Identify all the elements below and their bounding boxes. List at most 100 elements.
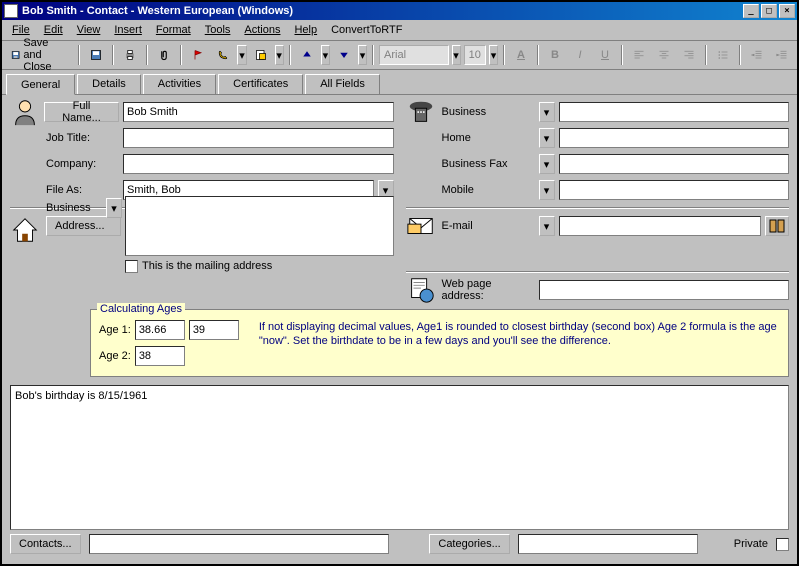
font-select[interactable]: Arial bbox=[379, 45, 448, 65]
fullname-button[interactable]: Full Name... bbox=[44, 102, 119, 122]
save-button[interactable] bbox=[85, 44, 107, 66]
phone-home-input[interactable] bbox=[559, 128, 790, 148]
phone-business-input[interactable] bbox=[559, 102, 790, 122]
underline-button[interactable]: U bbox=[594, 44, 616, 66]
save-icon bbox=[11, 47, 20, 63]
jobtitle-input[interactable] bbox=[123, 128, 394, 148]
new-letter-dropdown[interactable]: ▾ bbox=[275, 45, 284, 65]
ages-help-text: If not displaying decimal values, Age1 i… bbox=[259, 320, 780, 349]
menu-format[interactable]: Format bbox=[150, 22, 197, 38]
age2-label: Age 2: bbox=[99, 350, 131, 362]
align-center-button[interactable] bbox=[653, 44, 675, 66]
menu-actions[interactable]: Actions bbox=[238, 22, 286, 38]
webpage-label: Web page address: bbox=[440, 278, 535, 302]
address-textarea[interactable] bbox=[125, 196, 394, 256]
align-left-icon bbox=[633, 47, 645, 63]
prev-dropdown[interactable]: ▾ bbox=[321, 45, 330, 65]
age1-label: Age 1: bbox=[99, 324, 131, 336]
align-right-button[interactable] bbox=[678, 44, 700, 66]
autodial-dropdown[interactable]: ▾ bbox=[237, 45, 246, 65]
align-center-icon bbox=[658, 47, 670, 63]
menu-view[interactable]: View bbox=[71, 22, 107, 38]
address-type-label: Business bbox=[46, 202, 102, 214]
address-button[interactable]: Address... bbox=[46, 216, 121, 236]
align-right-icon bbox=[683, 47, 695, 63]
menu-converttortf[interactable]: ConvertToRTF bbox=[325, 22, 408, 38]
menu-insert[interactable]: Insert bbox=[108, 22, 148, 38]
phone-mobile-dropdown[interactable]: ▾ bbox=[539, 180, 555, 200]
outdent-button[interactable] bbox=[746, 44, 768, 66]
close-button[interactable]: × bbox=[779, 4, 795, 18]
minimize-button[interactable]: _ bbox=[743, 4, 759, 18]
footer: Contacts... Categories... Private bbox=[10, 530, 789, 558]
autodial-button[interactable] bbox=[212, 44, 234, 66]
menu-help[interactable]: Help bbox=[288, 22, 323, 38]
flag-icon bbox=[192, 47, 204, 63]
print-button[interactable] bbox=[119, 44, 141, 66]
age1-a-input[interactable] bbox=[135, 320, 185, 340]
email-dropdown[interactable]: ▾ bbox=[539, 216, 555, 236]
tab-details[interactable]: Details bbox=[77, 74, 141, 94]
italic-button[interactable]: I bbox=[569, 44, 591, 66]
globe-icon bbox=[406, 275, 436, 305]
size-select[interactable]: 10 bbox=[464, 45, 486, 65]
maximize-button[interactable]: □ bbox=[761, 4, 777, 18]
fullname-input[interactable] bbox=[123, 102, 394, 122]
next-dropdown[interactable]: ▾ bbox=[358, 45, 367, 65]
email-label: E-mail bbox=[440, 220, 535, 232]
font-color-button[interactable]: A bbox=[510, 44, 532, 66]
bullets-button[interactable] bbox=[712, 44, 734, 66]
toolbar: Save and Close ▾ ▾ ▾ ▾ Arial ▾ 10 ▾ A B … bbox=[2, 41, 797, 70]
paperclip-icon bbox=[158, 47, 170, 63]
arrow-up-icon bbox=[301, 47, 313, 63]
address-book-button[interactable] bbox=[765, 216, 789, 236]
contacts-input[interactable] bbox=[89, 534, 389, 554]
content-area: Full Name... Job Title: Company: File As… bbox=[2, 95, 797, 564]
titlebar: Bob Smith - Contact - Western European (… bbox=[2, 2, 797, 20]
email-input[interactable] bbox=[559, 216, 762, 236]
telephone-icon bbox=[406, 97, 436, 127]
phone-bfax-input[interactable] bbox=[559, 154, 790, 174]
indent-icon bbox=[776, 47, 788, 63]
phone-business-dropdown[interactable]: ▾ bbox=[539, 102, 555, 122]
company-input[interactable] bbox=[123, 154, 394, 174]
menu-tools[interactable]: Tools bbox=[199, 22, 237, 38]
tab-certificates[interactable]: Certificates bbox=[218, 74, 303, 94]
flag-button[interactable] bbox=[187, 44, 209, 66]
size-dropdown[interactable]: ▾ bbox=[489, 45, 498, 65]
phone-bfax-dropdown[interactable]: ▾ bbox=[539, 154, 555, 174]
ages-legend: Calculating Ages bbox=[97, 303, 185, 315]
menu-edit[interactable]: Edit bbox=[38, 22, 69, 38]
address-type-dropdown[interactable]: ▾ bbox=[106, 198, 122, 218]
font-dropdown[interactable]: ▾ bbox=[452, 45, 461, 65]
categories-button[interactable]: Categories... bbox=[429, 534, 509, 554]
private-checkbox[interactable] bbox=[776, 538, 789, 551]
next-button[interactable] bbox=[333, 44, 355, 66]
tab-activities[interactable]: Activities bbox=[143, 74, 216, 94]
size-label: 10 bbox=[469, 49, 481, 61]
contacts-button[interactable]: Contacts... bbox=[10, 534, 81, 554]
outdent-icon bbox=[751, 47, 763, 63]
new-letter-button[interactable] bbox=[250, 44, 272, 66]
arrow-down-icon bbox=[338, 47, 350, 63]
age1-b-input[interactable] bbox=[189, 320, 239, 340]
notes-text: Bob's birthday is 8/15/1961 bbox=[15, 390, 147, 402]
webpage-input[interactable] bbox=[539, 280, 790, 300]
notes-textarea[interactable]: Bob's birthday is 8/15/1961 bbox=[10, 385, 789, 530]
save-close-button[interactable]: Save and Close bbox=[6, 44, 73, 66]
prev-button[interactable] bbox=[296, 44, 318, 66]
phone-mobile-input[interactable] bbox=[559, 180, 790, 200]
menu-file[interactable]: File bbox=[6, 22, 36, 38]
phone-home-label: Home bbox=[440, 132, 535, 144]
bold-button[interactable]: B bbox=[544, 44, 566, 66]
attach-button[interactable] bbox=[153, 44, 175, 66]
age2-input[interactable] bbox=[135, 346, 185, 366]
jobtitle-label: Job Title: bbox=[44, 132, 119, 144]
phone-home-dropdown[interactable]: ▾ bbox=[539, 128, 555, 148]
mailing-checkbox[interactable] bbox=[125, 260, 138, 273]
categories-input[interactable] bbox=[518, 534, 698, 554]
tab-general[interactable]: General bbox=[6, 74, 75, 95]
align-left-button[interactable] bbox=[628, 44, 650, 66]
tab-allfields[interactable]: All Fields bbox=[305, 74, 380, 94]
indent-button[interactable] bbox=[771, 44, 793, 66]
